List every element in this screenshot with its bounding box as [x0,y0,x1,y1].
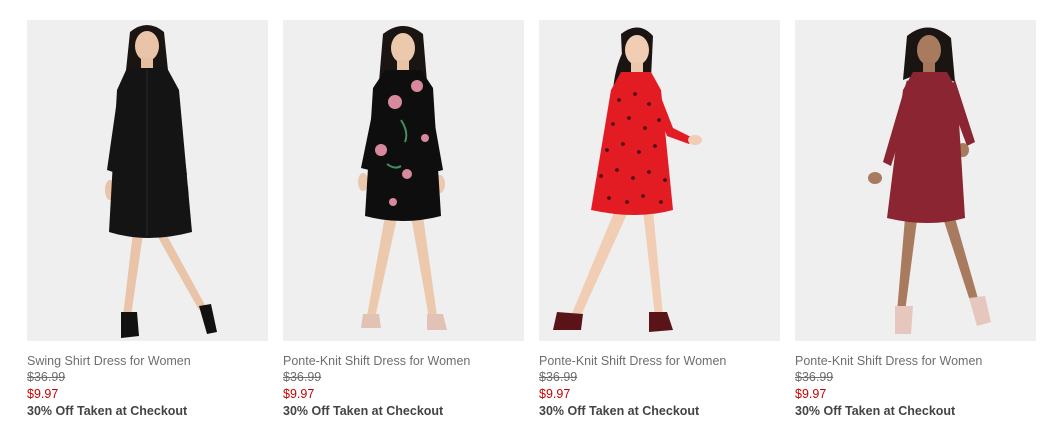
model-illustration [553,27,702,332]
model-illustration [105,25,217,338]
product-name-link[interactable]: Ponte-Knit Shift Dress for Women [283,353,524,369]
original-price: $36.99 [27,370,66,384]
promo-text: 30% Off Taken at Checkout [283,404,444,418]
product-image[interactable] [27,20,268,341]
product-card: Swing Shirt Dress for Women $36.99 $9.97… [27,20,268,420]
product-image[interactable] [795,20,1036,341]
product-name-link[interactable]: Ponte-Knit Shift Dress for Women [795,353,1036,369]
sale-price: $9.97 [539,387,571,401]
promo-text: 30% Off Taken at Checkout [539,404,700,418]
product-grid: Swing Shirt Dress for Women $36.99 $9.97… [0,0,1055,424]
product-card: Ponte-Knit Shift Dress for Women $36.99 … [795,20,1036,420]
model-illustration [868,27,991,334]
sale-price: $9.97 [795,387,827,401]
product-card: Ponte-Knit Shift Dress for Women $36.99 … [539,20,780,420]
product-image[interactable] [283,20,524,341]
product-name-link[interactable]: Ponte-Knit Shift Dress for Women [539,353,780,369]
product-image[interactable] [539,20,780,341]
original-price: $36.99 [539,370,578,384]
product-name-link[interactable]: Swing Shirt Dress for Women [27,353,268,369]
sale-price: $9.97 [283,387,315,401]
promo-text: 30% Off Taken at Checkout [27,404,188,418]
promo-text: 30% Off Taken at Checkout [795,404,956,418]
original-price: $36.99 [283,370,322,384]
product-card: Ponte-Knit Shift Dress for Women $36.99 … [283,20,524,420]
model-illustration [358,26,447,330]
original-price: $36.99 [795,370,834,384]
sale-price: $9.97 [27,387,59,401]
